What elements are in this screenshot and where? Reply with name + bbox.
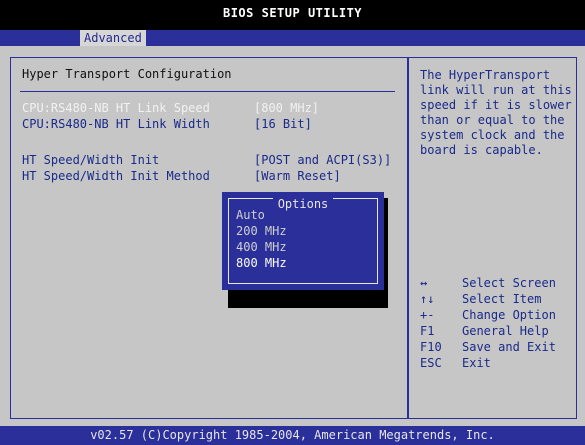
setting-value[interactable]: [POST and ACPI(S3)] <box>254 153 391 167</box>
popup-title-text: Options <box>272 197 334 211</box>
key-description: General Help <box>462 324 549 338</box>
arrow-up-down-icon: ↑↓ <box>420 292 435 306</box>
window-title: BIOS SETUP UTILITY <box>222 6 363 20</box>
footer-bar: v02.57 (C)Copyright 1985-2004, American … <box>0 426 585 445</box>
setting-label: CPU:RS480-NB HT Link Width <box>22 117 210 131</box>
option-200mhz[interactable]: 200 MHz <box>236 224 287 238</box>
bios-screen: BIOS SETUP UTILITY Advanced Hyper Transp… <box>0 0 585 445</box>
option-auto[interactable]: Auto <box>236 208 265 222</box>
title-bar: BIOS SETUP UTILITY <box>0 0 585 30</box>
setting-value[interactable]: [800 MHz] <box>254 101 319 115</box>
key-description: Exit <box>462 356 491 370</box>
key-description: Select Item <box>462 292 542 306</box>
help-line: system clock and the <box>420 128 565 142</box>
setting-label: HT Speed/Width Init <box>22 153 160 167</box>
option-400mhz[interactable]: 400 MHz <box>236 240 287 254</box>
key-description: Select Screen <box>462 276 556 290</box>
copyright-text: v02.57 (C)Copyright 1985-2004, American … <box>90 428 495 442</box>
help-line: speed if it is slower <box>420 98 572 112</box>
option-800mhz[interactable]: 800 MHz <box>236 256 287 270</box>
setting-label: CPU:RS480-NB HT Link Speed <box>22 101 210 115</box>
key-plus-minus: +- <box>420 308 435 322</box>
key-f1: F1 <box>420 324 435 338</box>
tab-advanced[interactable]: Advanced <box>80 30 146 46</box>
key-esc: ESC <box>420 356 442 370</box>
key-f10: F10 <box>420 340 442 354</box>
arrow-left-right-icon: ↔ <box>420 276 428 290</box>
setting-value[interactable]: [Warm Reset] <box>254 169 341 183</box>
setting-label: HT Speed/Width Init Method <box>22 169 210 183</box>
help-line: board is capable. <box>420 143 543 157</box>
setting-value[interactable]: [16 Bit] <box>254 117 312 131</box>
help-line: The HyperTransport <box>420 68 551 82</box>
key-description: Change Option <box>462 308 556 322</box>
help-line: link will run at this <box>420 83 572 97</box>
options-popup: Options Auto 200 MHz 400 MHz 800 MHz <box>222 192 384 290</box>
key-description: Save and Exit <box>462 340 556 354</box>
help-description: The HyperTransport link will run at this… <box>420 68 580 158</box>
section-divider <box>20 91 395 92</box>
section-title: Hyper Transport Configuration <box>22 67 232 81</box>
help-line: than or equal to the <box>420 113 565 127</box>
